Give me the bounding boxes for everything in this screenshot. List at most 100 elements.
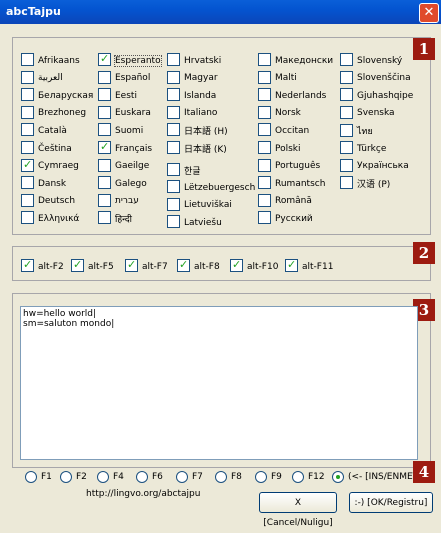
language-checkbox[interactable]: 汉语 (P) (340, 176, 390, 191)
language-checkbox[interactable]: Українська (340, 158, 409, 174)
language-checkbox[interactable]: Français (98, 140, 152, 156)
checkbox-unchecked-icon (21, 88, 34, 102)
checkbox-label: Latviešu (184, 217, 222, 228)
language-checkbox[interactable]: Català (21, 123, 67, 138)
language-checkbox[interactable]: Hrvatski (167, 53, 222, 68)
language-checkbox[interactable]: Čeština (21, 141, 72, 156)
language-checkbox[interactable]: Lëtzebuergesch (167, 180, 255, 195)
checkbox-unchecked-icon (167, 105, 180, 119)
language-checkbox[interactable]: ไทย (340, 123, 373, 138)
language-checkbox[interactable]: Suomi (98, 123, 144, 138)
checkbox-label: Malti (275, 73, 297, 84)
checkbox-unchecked-icon (167, 141, 180, 154)
checkbox-label: हिन्दी (115, 215, 133, 226)
language-checkbox[interactable]: Ελληνικά (21, 211, 79, 226)
language-checkbox[interactable]: Gaeilge (98, 158, 149, 174)
trigger-key-radio[interactable]: F7 (176, 471, 203, 485)
hotkey-checkbox[interactable]: alt-F11 (285, 258, 333, 274)
language-checkbox[interactable]: Русский (258, 211, 313, 226)
radio-label: F7 (192, 472, 203, 482)
language-checkbox[interactable]: Dansk (21, 176, 66, 191)
language-checkbox[interactable]: Norsk (258, 105, 301, 121)
trigger-key-radio[interactable]: F9 (255, 471, 282, 485)
checkbox-label: Hrvatski (184, 55, 222, 66)
cancel-button[interactable]: X [Cancel/Nuligu] (259, 492, 337, 528)
language-checkbox[interactable]: Deutsch (21, 193, 75, 209)
language-checkbox[interactable]: Cymraeg (21, 158, 79, 174)
language-checkbox[interactable]: Magyar (167, 70, 218, 86)
trigger-key-radio[interactable]: F4 (97, 471, 124, 485)
checkbox-label: Svenska (357, 108, 395, 119)
language-checkbox[interactable]: Nederlands (258, 88, 327, 103)
hotkey-checkbox[interactable]: alt-F7 (125, 258, 168, 274)
checkbox-unchecked-icon (21, 123, 34, 137)
language-checkbox[interactable]: Eesti (98, 88, 137, 103)
language-checkbox[interactable]: Islanda (167, 88, 216, 103)
hotkey-checkbox[interactable]: alt-F10 (230, 258, 278, 274)
hotkey-checkbox[interactable]: alt-F2 (21, 258, 64, 274)
checkbox-unchecked-icon (340, 88, 353, 102)
checkbox-unchecked-icon (21, 176, 34, 190)
language-checkbox[interactable]: Italiano (167, 105, 217, 121)
radio-unselected-icon (176, 471, 188, 483)
hotkey-checkbox[interactable]: alt-F8 (177, 258, 220, 274)
language-checkbox[interactable]: Svenska (340, 105, 395, 121)
checkbox-label: ไทย (357, 127, 373, 138)
language-checkbox[interactable]: 日本語 (K) (167, 141, 227, 156)
close-button[interactable]: ✕ (419, 3, 439, 23)
homepage-link[interactable]: http://lingvo.org/abctajpu (86, 489, 200, 499)
language-checkbox[interactable]: Afrikaans (21, 53, 80, 68)
language-checkbox[interactable]: עברית (98, 193, 139, 209)
checkbox-checked-icon (21, 158, 34, 172)
checkbox-label: Català (38, 125, 67, 136)
checkbox-unchecked-icon (258, 193, 271, 207)
checkbox-label: Беларуская (38, 90, 94, 101)
checkbox-label: Gjuhashqipe (357, 90, 414, 101)
language-checkbox[interactable]: Español (98, 70, 150, 86)
checkbox-unchecked-icon (21, 105, 34, 119)
language-checkbox[interactable]: हिन्दी (98, 211, 133, 226)
language-checkbox[interactable]: Galego (98, 176, 147, 191)
language-checkbox[interactable]: Occitan (258, 123, 310, 138)
language-checkbox[interactable]: العربية (21, 70, 63, 86)
hotkey-checkbox[interactable]: alt-F5 (71, 258, 114, 274)
trigger-key-radio[interactable]: F6 (136, 471, 163, 485)
checkbox-label: 日本語 (H) (184, 127, 228, 138)
checkbox-label: Nederlands (275, 90, 327, 101)
language-checkbox[interactable]: 한글 (167, 162, 201, 178)
language-checkbox[interactable]: Беларуская (21, 88, 94, 103)
language-checkbox[interactable]: Gjuhashqipe (340, 88, 414, 103)
language-checkbox[interactable]: Lietuviškai (167, 197, 232, 213)
language-checkbox[interactable]: Slovenščina (340, 70, 411, 86)
language-checkbox[interactable]: Slovenský (340, 53, 402, 68)
trigger-key-radio[interactable]: F1 (25, 471, 52, 485)
checkbox-unchecked-icon (21, 193, 34, 207)
language-checkbox[interactable]: Esperanto (98, 52, 162, 68)
radio-label: F9 (271, 472, 282, 482)
checkbox-unchecked-icon (340, 158, 353, 172)
language-checkbox[interactable]: Português (258, 158, 320, 174)
abbreviation-editor[interactable] (20, 306, 418, 460)
language-checkbox[interactable]: Euskara (98, 105, 151, 121)
checkbox-label: Euskara (115, 108, 151, 119)
checkbox-unchecked-icon (258, 123, 271, 137)
language-checkbox[interactable]: Latviešu (167, 215, 222, 230)
language-checkbox[interactable]: Türkçe (340, 141, 386, 156)
checkbox-unchecked-icon (167, 53, 180, 66)
checkbox-label: Suomi (115, 125, 144, 136)
language-checkbox[interactable]: Română (258, 193, 312, 209)
language-checkbox[interactable]: 日本語 (H) (167, 123, 228, 138)
checkbox-label: Rumantsch (275, 178, 326, 189)
language-checkbox[interactable]: Polski (258, 141, 301, 156)
checkbox-label: Occitan (275, 125, 310, 136)
trigger-key-radio[interactable]: F12 (292, 471, 325, 485)
language-checkbox[interactable]: Rumantsch (258, 176, 326, 191)
trigger-key-radio[interactable]: F8 (215, 471, 242, 485)
ok-button[interactable]: :-) [OK/Registru] (349, 492, 433, 513)
language-checkbox[interactable]: Malti (258, 70, 297, 86)
checkbox-unchecked-icon (340, 53, 353, 66)
language-checkbox[interactable]: Македонски (258, 53, 333, 68)
checkbox-checked-icon (98, 52, 111, 66)
language-checkbox[interactable]: Brezhoneg (21, 105, 86, 121)
trigger-key-radio[interactable]: F2 (60, 471, 87, 485)
